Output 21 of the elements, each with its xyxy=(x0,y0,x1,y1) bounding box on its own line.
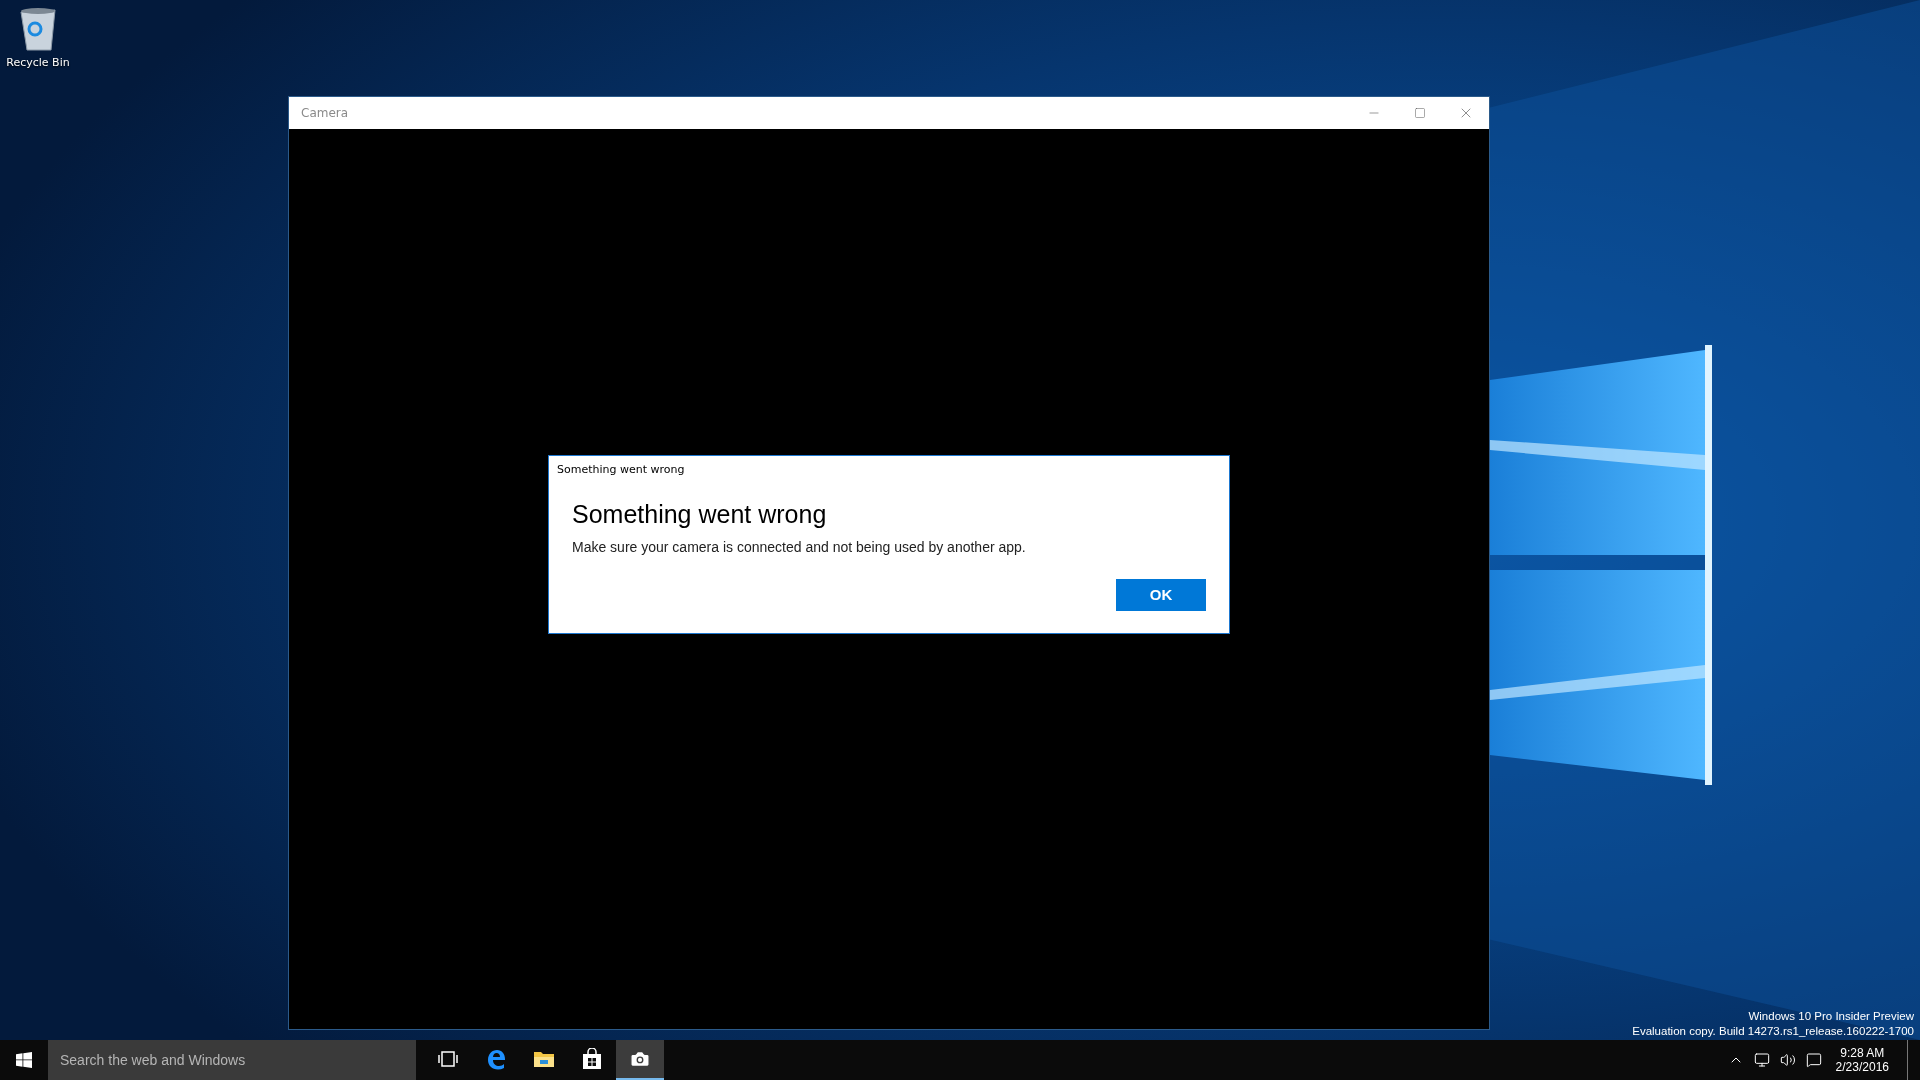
taskbar-app-button[interactable] xyxy=(616,1040,664,1080)
build-info-text: Evaluation copy. Build 14273.rs1_release.160222-1700 xyxy=(1632,1025,1914,1037)
desktop-icon-label: Recycle Bin xyxy=(6,56,70,69)
maximize-icon xyxy=(1414,107,1426,119)
volume-icon[interactable] xyxy=(1779,1052,1796,1068)
task-view-icon xyxy=(438,1051,458,1067)
store-bag-icon xyxy=(582,1048,602,1070)
clock[interactable]: 9:28 AM 2/23/2016 xyxy=(1831,1046,1893,1074)
dialog-heading: Something went wrong xyxy=(571,498,828,529)
network-icon[interactable] xyxy=(1753,1052,1770,1068)
window-title: Camera xyxy=(300,106,350,120)
dialog-message: Make sure your camera is connected and not being used by another app. xyxy=(571,537,1027,555)
notifications-icon[interactable] xyxy=(1805,1052,1822,1068)
edge-icon xyxy=(485,1048,507,1070)
ok-button[interactable]: OK xyxy=(1116,578,1206,611)
folder-icon xyxy=(533,1049,555,1069)
search-field[interactable]: Search the web and Windows xyxy=(48,1040,416,1080)
dialog-caption: Something went wrong xyxy=(556,461,686,476)
windows-logo-icon xyxy=(16,1052,32,1068)
recycle-bin-icon[interactable] xyxy=(18,6,58,52)
build-info-text: Windows 10 Pro Insider Preview xyxy=(1748,1010,1914,1022)
